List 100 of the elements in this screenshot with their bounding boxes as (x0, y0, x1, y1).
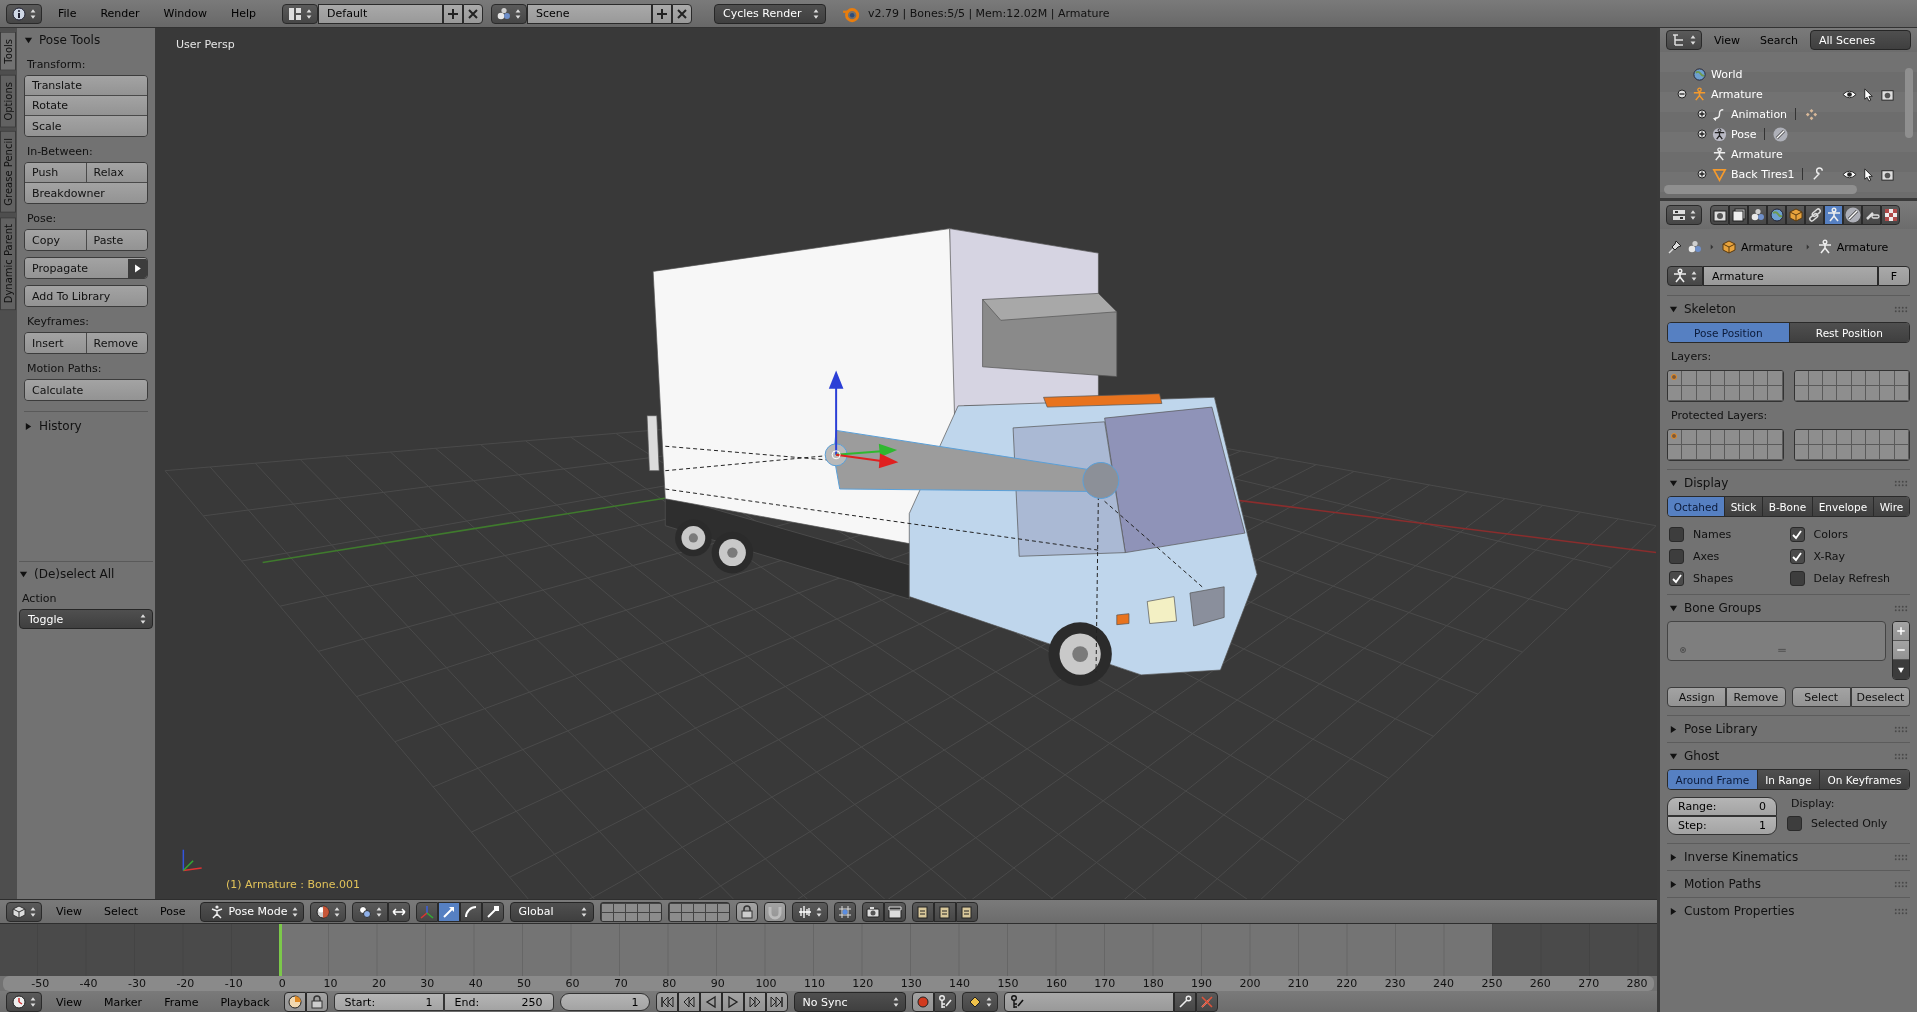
screen-layout-field[interactable]: Default (318, 3, 444, 24)
layer-toggle[interactable] (1837, 386, 1852, 401)
expand-toggle[interactable] (1697, 169, 1707, 179)
menu-item[interactable]: Playback (212, 995, 278, 1009)
layer-toggle[interactable] (1668, 371, 1683, 386)
mode-dropdown[interactable]: Pose Mode (199, 901, 304, 922)
filter-icon[interactable] (1678, 645, 1688, 655)
layer-toggle[interactable] (1880, 386, 1895, 401)
layer-toggle[interactable] (1768, 371, 1783, 386)
drag-grip-icon[interactable] (1894, 907, 1908, 915)
drag-grip-icon[interactable] (1894, 305, 1908, 313)
current-frame-line[interactable] (278, 924, 282, 976)
outliner-item[interactable]: Animation (1731, 107, 1788, 121)
close-button[interactable] (463, 3, 484, 24)
frame-range-button[interactable] (283, 992, 306, 1012)
layer-toggle[interactable] (1837, 445, 1852, 460)
pin-icon[interactable] (1667, 239, 1683, 255)
checkbox[interactable] (1789, 527, 1805, 542)
layer-toggle[interactable] (1823, 430, 1838, 445)
pose-position-toggle[interactable]: Rest Position (1789, 323, 1909, 342)
checkbox[interactable] (1669, 571, 1684, 586)
scene-field[interactable]: Scene (527, 3, 653, 24)
bone-group-button[interactable]: Remove (1726, 687, 1786, 707)
drag-grip-icon[interactable] (1894, 604, 1908, 612)
outliner-item[interactable]: Back Tires1 (1731, 167, 1795, 181)
ghost-type-toggle[interactable]: On Keyframes (1820, 770, 1909, 789)
menu-item[interactable]: Frame (156, 995, 207, 1009)
editor-type-button[interactable] (6, 992, 42, 1012)
tool-button[interactable]: Rotate (25, 96, 147, 116)
ghost-type-toggle[interactable]: In Range (1757, 770, 1821, 789)
context-tab[interactable] (1824, 205, 1843, 225)
panel-header[interactable]: Skeleton (1669, 296, 1736, 322)
render-engine-dropdown[interactable]: Cycles Render (714, 3, 827, 24)
layer-toggle[interactable] (1880, 445, 1895, 460)
drag-grip-icon[interactable] (1894, 752, 1908, 760)
editor-type-button[interactable] (6, 3, 42, 24)
menu-item[interactable]: Search (1752, 33, 1806, 47)
editor-type-button[interactable] (1666, 30, 1702, 50)
layer-toggle[interactable] (1668, 445, 1683, 460)
layer-toggle[interactable] (1880, 371, 1895, 386)
group-menu-button[interactable] (1893, 660, 1909, 679)
menu-item[interactable]: Help (222, 7, 265, 20)
action-dropdown[interactable]: Toggle (19, 609, 153, 629)
tool-button[interactable]: Breakdowner (25, 183, 147, 203)
editor-type-button[interactable] (6, 901, 42, 922)
layer-toggle[interactable] (1794, 371, 1809, 386)
layer-toggle[interactable] (1837, 430, 1852, 445)
shading-dropdown[interactable] (309, 901, 346, 922)
add-button[interactable] (652, 3, 673, 24)
start-frame-field[interactable]: Start: 1 (333, 993, 444, 1011)
context-tab[interactable] (1862, 205, 1881, 225)
context-tab[interactable] (1767, 205, 1786, 225)
layer-toggle[interactable] (1725, 445, 1740, 460)
manipulator-toggle[interactable] (415, 901, 438, 922)
pivot-align-button[interactable] (387, 901, 410, 922)
delete-keyframe-button[interactable] (1195, 992, 1218, 1012)
layer-buttons[interactable] (599, 901, 662, 922)
tool-button[interactable]: Scale (25, 116, 147, 136)
tool-button[interactable]: Push (25, 163, 87, 183)
checkbox[interactable] (1787, 816, 1802, 831)
vertical-scrollbar[interactable] (1905, 68, 1913, 138)
tool-button[interactable]: Add To Library (25, 286, 147, 306)
layer-toggle[interactable] (1668, 386, 1683, 401)
draw-type-toggle[interactable]: Octahed (1668, 497, 1725, 516)
menu-item[interactable]: Render (92, 7, 148, 20)
layer-toggle[interactable] (1682, 386, 1697, 401)
pose-clipboard-button[interactable] (933, 901, 956, 922)
horizontal-scrollbar[interactable] (1664, 185, 1857, 194)
draw-type-toggle[interactable]: Wire (1873, 497, 1909, 516)
editor-type-button[interactable] (1666, 205, 1702, 225)
pose-position-toggle[interactable]: Pose Position (1668, 323, 1790, 342)
keyframe-type-dropdown[interactable] (961, 992, 998, 1012)
layer-toggle[interactable] (1768, 445, 1783, 460)
menu-item[interactable]: Window (155, 7, 215, 20)
panel-header[interactable]: Custom Properties (1669, 898, 1795, 924)
layer-toggle[interactable] (1768, 430, 1783, 445)
layout-browse-button[interactable] (282, 3, 319, 24)
playback-button[interactable] (655, 992, 678, 1012)
outliner-item[interactable]: World (1711, 67, 1743, 81)
playback-button[interactable] (677, 992, 700, 1012)
bone-group-list[interactable] (1667, 621, 1886, 661)
layer-toggle[interactable] (1768, 386, 1783, 401)
fake-user-button[interactable]: F (1878, 266, 1910, 286)
pose-clipboard-button[interactable] (911, 901, 934, 922)
lock-button[interactable] (305, 992, 328, 1012)
render-animation-button[interactable] (883, 901, 906, 922)
expand-toggle[interactable] (1697, 129, 1707, 139)
outliner-item[interactable]: Pose (1731, 127, 1757, 141)
tool-button[interactable]: Remove (86, 333, 147, 353)
layer-toggle[interactable] (1725, 371, 1740, 386)
manipulator-button[interactable] (481, 901, 504, 922)
close-button[interactable] (672, 3, 693, 24)
layer-toggle[interactable] (1880, 430, 1895, 445)
scene-browse-button[interactable] (491, 3, 528, 24)
number-field[interactable]: Range: 0 (1667, 797, 1777, 816)
panel-header[interactable]: Ghost (1669, 743, 1720, 769)
remove-group-button[interactable] (1893, 641, 1909, 660)
menu-item[interactable]: File (50, 7, 85, 20)
menu-item[interactable]: View (1706, 33, 1749, 47)
drag-grip-icon[interactable] (1894, 880, 1908, 888)
